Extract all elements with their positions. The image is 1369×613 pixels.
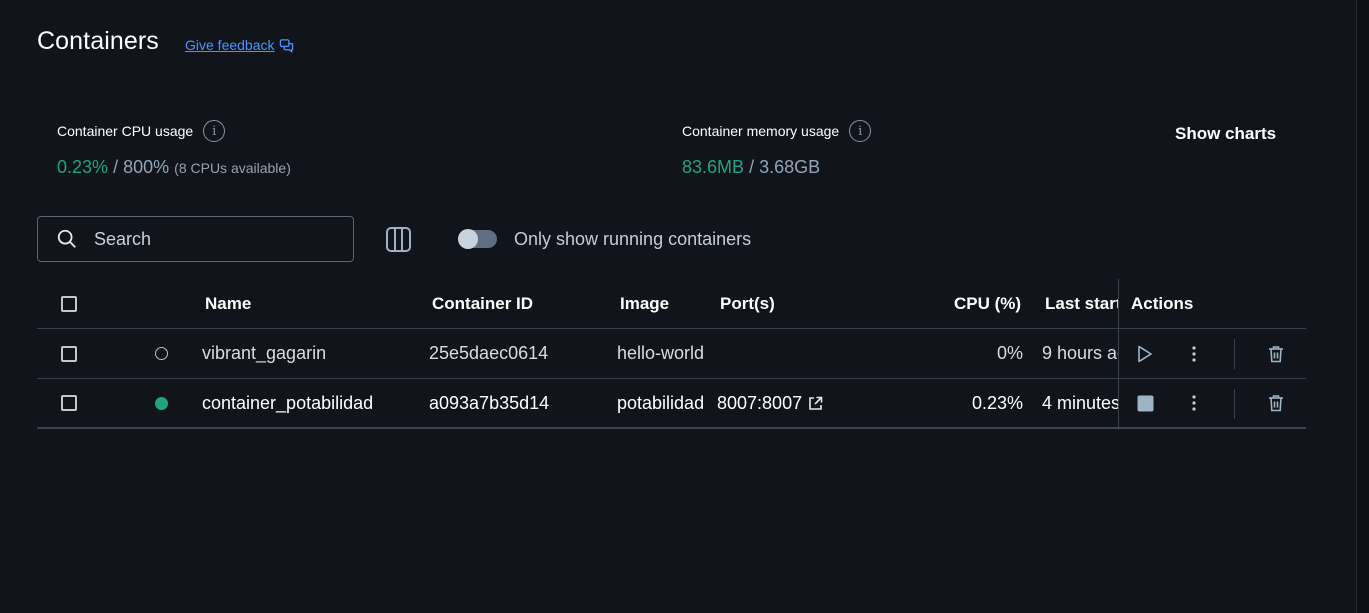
window-right-edge [1356, 0, 1369, 613]
container-id: a093a7b35d14 [429, 392, 550, 413]
search-input[interactable] [94, 228, 324, 250]
select-all-checkbox[interactable] [61, 295, 77, 312]
container-port-link[interactable]: 8007:8007 [717, 379, 823, 427]
container-image[interactable]: potabilidad [617, 379, 704, 427]
give-feedback-label: Give feedback [185, 37, 275, 53]
stop-button[interactable] [1136, 379, 1154, 427]
columns-icon[interactable] [385, 226, 412, 253]
status-stopped-icon [155, 347, 168, 360]
cpu-separator: / [113, 157, 119, 177]
running-only-label: Only show running containers [514, 229, 752, 249]
container-id: 25e5daec0614 [429, 343, 549, 363]
memory-separator: / [749, 157, 755, 177]
row-checkbox[interactable] [61, 345, 77, 362]
more-vertical-icon [1192, 345, 1196, 362]
actions-separator [1234, 389, 1235, 419]
column-header-cpu[interactable]: CPU (%) [954, 279, 1021, 328]
row-checkbox[interactable] [61, 395, 77, 411]
page-title: Containers [37, 27, 159, 55]
delete-button[interactable] [1266, 329, 1286, 378]
container-last-started: 9 hours ago [1042, 343, 1118, 363]
cpu-usage-label-group: Container CPU usage i [57, 120, 226, 142]
column-header-actions: Actions [1131, 293, 1194, 313]
show-charts-button[interactable]: Show charts [1175, 124, 1276, 144]
trash-icon [1269, 345, 1283, 362]
more-options-button[interactable] [1186, 329, 1202, 378]
actions-separator [1234, 339, 1235, 369]
cpu-usage-value: 0.23% / 800% (8 CPUs available) [57, 157, 291, 178]
cpu-usage-label: Container CPU usage [57, 123, 194, 139]
memory-usage-value: 83.6MB / 3.68GB [682, 157, 820, 178]
table-row[interactable]: vibrant_gagarin 25e5daec0614 hello-world… [37, 329, 1306, 379]
column-header-name[interactable]: Name [205, 279, 251, 328]
table-header-row: Name Container ID Image Port(s) CPU (%) … [37, 279, 1306, 329]
delete-button[interactable] [1266, 379, 1286, 427]
search-field[interactable] [37, 216, 354, 262]
stop-icon [1137, 395, 1153, 411]
column-header-image[interactable]: Image [620, 279, 669, 328]
container-image[interactable]: hello-world [617, 329, 704, 378]
container-name[interactable]: container_potabilidad [202, 379, 373, 427]
column-header-container-id[interactable]: Container ID [432, 279, 533, 328]
container-name[interactable]: vibrant_gagarin [202, 329, 326, 378]
container-last-started: 4 minutes ago [1042, 392, 1118, 413]
container-cpu: 0.23% [971, 392, 1023, 413]
running-only-toggle[interactable] [458, 229, 497, 249]
cpu-info-icon[interactable]: i [203, 120, 226, 142]
give-feedback-link[interactable]: Give feedback [185, 37, 294, 53]
status-running-icon [155, 396, 168, 410]
cpu-total: 800% [123, 157, 170, 177]
memory-total: 3.68GB [759, 157, 821, 177]
memory-usage-label: Container memory usage [682, 123, 840, 139]
cpu-used: 0.23% [57, 157, 109, 177]
table-row[interactable]: container_potabilidad a093a7b35d14 potab… [37, 379, 1306, 429]
external-link-icon [809, 396, 823, 410]
container-ports: 8007:8007 [717, 392, 803, 413]
feedback-chat-icon [279, 38, 293, 53]
memory-used: 83.6MB [682, 157, 745, 177]
memory-usage-label-group: Container memory usage i [682, 120, 872, 142]
toggle-knob [458, 229, 478, 249]
container-cpu: 0% [996, 343, 1023, 363]
play-icon [1138, 345, 1152, 362]
cpu-available-note: (8 CPUs available) [174, 160, 291, 176]
more-vertical-icon [1192, 395, 1196, 411]
containers-table: Name Container ID Image Port(s) CPU (%) … [37, 279, 1306, 430]
search-icon [57, 229, 76, 248]
trash-icon [1269, 395, 1283, 412]
more-options-button[interactable] [1186, 379, 1202, 427]
column-header-last-started[interactable]: Last started [1045, 279, 1118, 328]
column-header-ports[interactable]: Port(s) [720, 279, 775, 328]
start-button[interactable] [1135, 329, 1155, 378]
memory-info-icon[interactable]: i [849, 120, 872, 142]
